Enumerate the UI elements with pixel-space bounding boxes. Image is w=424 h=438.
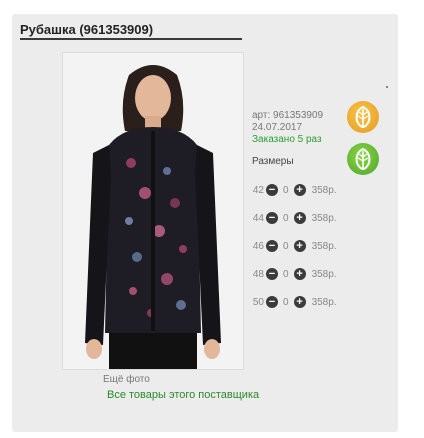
size-label: 50 xyxy=(252,296,264,308)
size-price: 358р. xyxy=(311,212,337,224)
product-photo[interactable] xyxy=(62,52,244,370)
size-price: 358р. xyxy=(311,184,337,196)
more-photos-link[interactable]: Ещё фото xyxy=(103,374,150,385)
plus-icon[interactable]: + xyxy=(293,240,306,252)
plus-icon[interactable]: + xyxy=(293,184,306,196)
leaf-icon xyxy=(347,143,379,175)
quantity-value: 0 xyxy=(283,212,289,224)
size-label: 48 xyxy=(252,268,264,280)
size-row: 46 − 0 + 358р. xyxy=(250,238,337,254)
product-title: Рубашка (961353909) xyxy=(20,22,154,37)
minus-icon[interactable]: − xyxy=(266,268,278,280)
size-row: 42 − 0 + 358р. xyxy=(250,182,337,198)
size-label: 42 xyxy=(252,184,264,196)
size-label: 46 xyxy=(252,240,264,252)
quantity-value: 0 xyxy=(283,296,289,308)
title-divider xyxy=(20,38,242,40)
plus-icon[interactable]: + xyxy=(293,212,306,224)
size-price: 358р. xyxy=(311,268,337,280)
size-row: 44 − 0 + 358р. xyxy=(250,210,337,226)
leaf-icon xyxy=(347,101,379,133)
size-price: 358р. xyxy=(311,296,337,308)
quantity-value: 0 xyxy=(283,184,289,196)
minus-icon[interactable]: − xyxy=(266,212,278,224)
supplier-products-link[interactable]: Все товары этого поставщика xyxy=(107,389,259,401)
minus-icon[interactable]: − xyxy=(266,240,278,252)
quantity-value: 0 xyxy=(283,240,289,252)
plus-icon[interactable]: + xyxy=(293,296,306,308)
plus-icon[interactable]: + xyxy=(293,268,306,280)
minus-icon[interactable]: − xyxy=(266,296,278,308)
size-row: 50 − 0 + 358р. xyxy=(250,294,337,310)
minus-icon[interactable]: − xyxy=(266,184,278,196)
sizes-heading: Размеры xyxy=(252,156,294,167)
decorative-dot xyxy=(386,86,388,88)
size-price: 358р. xyxy=(311,240,337,252)
quantity-value: 0 xyxy=(283,268,289,280)
size-label: 44 xyxy=(252,212,264,224)
product-photo-image xyxy=(63,53,243,369)
size-row: 48 − 0 + 358р. xyxy=(250,266,337,282)
